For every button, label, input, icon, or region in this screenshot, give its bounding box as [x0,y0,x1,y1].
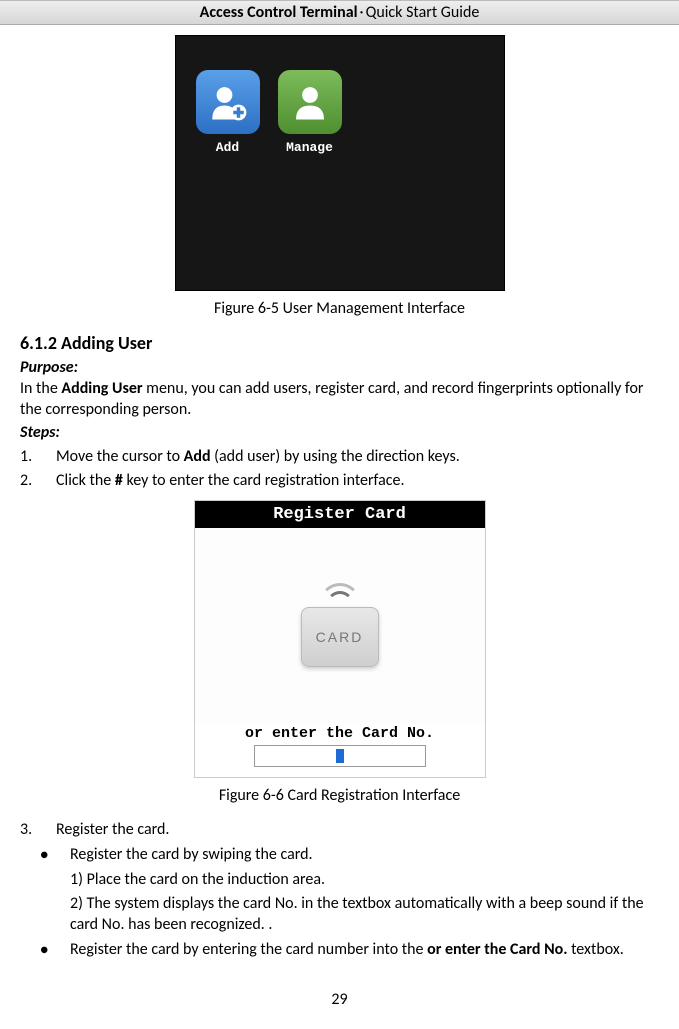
tile-manage-label: Manage [278,140,342,155]
page-header: Access Control Terminal·Quick Start Guid… [0,0,679,25]
steps-list: Move the cursor to Add (add user) by usi… [20,446,659,492]
sub-step-1: 1) Place the card on the induction area. [70,869,659,891]
step1-bold: Add [184,447,211,466]
text-cursor [336,749,344,763]
page: Access Control Terminal·Quick Start Guid… [0,0,679,1029]
step-2: Click the # key to enter the card regist… [20,470,659,492]
purpose-pre: In the [20,379,61,398]
bullet-enter: Register the card by entering the card n… [40,939,659,961]
tile-add-label: Add [196,140,260,155]
purpose-label: Purpose: [20,358,659,377]
step2-bold: # [115,471,123,490]
screenshot-register-card: Register Card CARD or enter the Card No. [194,500,486,778]
screenshot-user-management: Add Manage [175,35,505,291]
bullet2-post: textbox. [567,940,623,959]
sub-step-2: 2) The system displays the card No. in t… [70,893,659,936]
header-title-bold: Access Control Terminal [200,3,358,22]
add-user-icon [196,70,260,134]
tile-manage: Manage [278,70,342,155]
step2-post: key to enter the card registration inter… [123,471,405,490]
purpose-bold: Adding User [61,379,142,398]
card-icon: CARD [301,607,379,667]
figure-user-management: Add Manage [20,35,659,291]
page-number: 29 [20,990,659,1009]
step2-pre: Click the [56,471,115,490]
tile-add: Add [196,70,260,155]
steps-list-cont: Register the card. [20,819,659,841]
register-card-body: CARD [195,528,485,723]
figure-1-caption: Figure 6-5 User Management Interface [20,299,659,318]
purpose-text: In the Adding User menu, you can add use… [20,379,659,421]
bullet-swipe: Register the card by swiping the card. [40,844,659,866]
bullet2-bold: or enter the Card No. [427,940,567,959]
step1-pre: Move the cursor to [56,447,184,466]
card-number-prompt: or enter the Card No. [195,723,485,742]
card-number-input[interactable] [254,745,426,767]
header-separator: · [360,3,364,22]
figure-register-card: Register Card CARD or enter the Card No. [20,500,659,778]
bullet-list: Register the card by swiping the card. [40,844,659,866]
bullet-list-2: Register the card by entering the card n… [40,939,659,961]
bullet2-pre: Register the card by entering the card n… [70,940,427,959]
step1-post: (add user) by using the direction keys. [211,447,460,466]
section-heading: 6.1.2 Adding User [20,332,659,354]
header-title-light: Quick Start Guide [366,3,480,22]
steps-label: Steps: [20,423,659,442]
figure-2-caption: Figure 6-6 Card Registration Interface [20,786,659,805]
manage-user-icon [278,70,342,134]
register-card-title: Register Card [195,501,485,528]
signal-icon [320,583,360,603]
step-1: Move the cursor to Add (add user) by usi… [20,446,659,468]
step-3: Register the card. [20,819,659,841]
tile-row: Add Manage [196,70,342,155]
